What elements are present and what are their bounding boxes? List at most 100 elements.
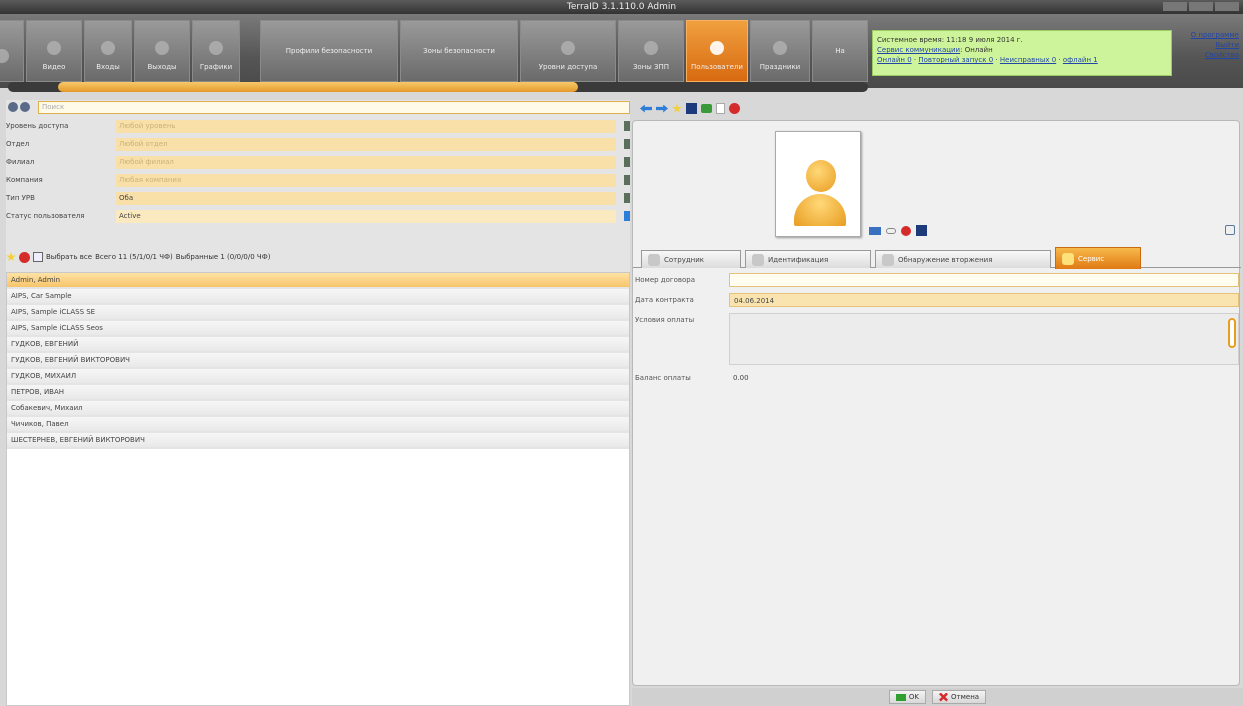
ribbon-scrollbar[interactable] — [8, 82, 868, 92]
tab-service[interactable]: Сервис — [1055, 247, 1141, 269]
close-icon — [939, 692, 949, 702]
ribbon-tab-security-profiles[interactable]: Профили безопасности — [260, 20, 398, 82]
ribbon-tab-holidays[interactable]: Праздники — [750, 20, 810, 82]
ribbon-tab-more[interactable]: На — [812, 20, 868, 82]
total-count: Всего 11 (5/1/0/1 ЧФ) — [95, 253, 173, 261]
search-icon[interactable] — [8, 102, 18, 112]
payment-terms-scrollbar[interactable] — [1228, 314, 1236, 366]
list-item[interactable]: ГУДКОВ, ЕВГЕНИЙ ВИКТОРОВИЧ — [7, 353, 629, 369]
filter-department-select[interactable]: Любой отдел — [116, 137, 616, 151]
logout-link[interactable]: Выйти — [1191, 40, 1239, 50]
payment-balance-row: Баланс оплаты 0.00 — [635, 371, 1239, 385]
contract-date-row: Дата контракта 04.06.2014 — [635, 293, 1239, 307]
ok-button[interactable]: OK — [888, 690, 927, 704]
delete-icon[interactable] — [729, 103, 740, 114]
filter-dropdown-icon[interactable] — [624, 175, 630, 185]
communication-service-link[interactable]: Сервис коммуникации — [877, 46, 960, 54]
back-arrow-icon[interactable] — [640, 104, 652, 113]
about-link[interactable]: О программе — [1191, 30, 1239, 40]
window-title: TerraID 3.1.110.0 Admin — [566, 2, 677, 12]
filter-dropdown-icon[interactable] — [624, 157, 630, 167]
calendar-icon — [209, 41, 223, 55]
save-photo-icon[interactable] — [916, 225, 927, 236]
list-item[interactable]: AIPS, Sample iCLASS SE — [7, 305, 629, 321]
ribbon-tab-video[interactable]: Видео — [26, 20, 82, 82]
search-row: Поиск — [6, 100, 630, 114]
filter-dropdown-icon[interactable] — [624, 193, 630, 203]
list-item[interactable]: Чичиков, Павел — [7, 417, 629, 433]
search-input[interactable]: Поиск — [38, 100, 630, 114]
list-item[interactable]: Собакевич, Михаил — [7, 401, 629, 417]
details-tabs: Сотрудник Идентификация Обнаружение втор… — [633, 246, 1241, 269]
user-photo[interactable] — [775, 131, 861, 237]
payment-balance-value: 0.00 — [733, 374, 749, 382]
check-icon — [895, 693, 906, 701]
filter-user-status-select[interactable]: Active — [116, 209, 616, 223]
access-level-icon — [561, 41, 575, 55]
ribbon-tab-schedules[interactable]: Графики — [192, 20, 240, 82]
list-item[interactable]: ШЕСТЕРНЕВ, ЕВГЕНИЙ ВИКТОРОВИЧ — [7, 433, 629, 449]
camera-capture-icon[interactable] — [869, 226, 881, 235]
selected-count: Выбранные 1 (0/0/0/0 ЧФ) — [175, 253, 271, 261]
online-link[interactable]: Онлайн 0 — [877, 56, 912, 64]
faulty-link[interactable]: Неисправных 0 — [1000, 56, 1056, 64]
holidays-icon — [773, 41, 787, 55]
close-window-button[interactable] — [1215, 2, 1239, 11]
new-record-icon[interactable] — [672, 103, 682, 113]
filter-access-level-select[interactable]: Любой уровень — [116, 119, 616, 133]
tab-employee[interactable]: Сотрудник — [641, 250, 741, 268]
ribbon-tab-exits[interactable]: Выходы — [134, 20, 190, 82]
cancel-button[interactable]: Отмена — [932, 690, 987, 704]
ribbon-tab-label: Зоны ЗПП — [632, 63, 670, 71]
ribbon-tab-entries[interactable]: Входы — [84, 20, 132, 82]
ribbon-tab-users[interactable]: Пользователи — [686, 20, 748, 82]
filter-attendance-type-select[interactable]: Оба — [116, 191, 616, 205]
list-item[interactable]: ГУДКОВ, ЕВГЕНИЙ — [7, 337, 629, 353]
add-user-icon[interactable] — [6, 252, 16, 262]
document-icon[interactable] — [716, 103, 725, 114]
list-item[interactable]: AIPS, Car Sample — [7, 289, 629, 305]
ribbon-tab-zones[interactable]: Зоны ЗПП — [618, 20, 684, 82]
ribbon-tab-label: Графики — [199, 63, 233, 71]
ribbon-scroll-thumb[interactable] — [58, 82, 578, 92]
link-icon[interactable] — [886, 227, 896, 234]
restart-link[interactable]: Повторный запуск 0 — [918, 56, 993, 64]
ribbon-tab-access-levels[interactable]: Уровни доступа — [520, 20, 616, 82]
tab-identification[interactable]: Идентификация — [745, 250, 871, 268]
undo-icon[interactable] — [701, 104, 712, 113]
users-panel: Поиск Уровень доступа Любой уровень Отде… — [6, 100, 630, 706]
filter-branch-select[interactable]: Любой филиал — [116, 155, 616, 169]
contract-number-field[interactable] — [729, 273, 1239, 287]
list-item[interactable]: ГУДКОВ, МИХАИЛ — [7, 369, 629, 385]
maximize-button[interactable] — [1189, 2, 1213, 11]
minimize-button[interactable] — [1163, 2, 1187, 11]
ribbon: Видео Входы Выходы Графики Профили безоп… — [0, 14, 1243, 92]
filter-company-select[interactable]: Любая компания — [116, 173, 616, 187]
list-item[interactable]: AIPS, Sample iCLASS Seos — [7, 321, 629, 337]
ribbon-tab-cameras[interactable] — [0, 20, 24, 82]
offline-link[interactable]: офлайн 1 — [1063, 56, 1098, 64]
forward-arrow-icon[interactable] — [656, 104, 668, 113]
system-time: Системное время: 11:18 9 июля 2014 г. — [877, 36, 1023, 44]
properties-link[interactable]: Свойства — [1191, 50, 1239, 60]
save-icon[interactable] — [686, 103, 697, 114]
refresh-icon[interactable] — [1225, 225, 1235, 235]
filter-funnel-icon[interactable] — [624, 211, 630, 221]
filter-dropdown-icon[interactable] — [624, 121, 630, 131]
filter-dropdown-icon[interactable] — [624, 139, 630, 149]
delete-user-icon[interactable] — [19, 251, 30, 263]
select-all-checkbox[interactable] — [33, 252, 43, 262]
payment-terms-field[interactable] — [729, 313, 1239, 365]
settings-icon[interactable] — [20, 102, 30, 112]
tab-intrusion-detection[interactable]: Обнаружение вторжения — [875, 250, 1051, 268]
filter-label: Филиал — [6, 158, 35, 166]
ribbon-tab-label: Праздники — [759, 63, 801, 71]
ribbon-tab-security-zones[interactable]: Зоны безопасности — [400, 20, 518, 82]
contract-date-field[interactable]: 04.06.2014 — [729, 293, 1239, 307]
list-item[interactable]: Admin, Admin — [7, 273, 629, 289]
ribbon-tab-label: Профили безопасности — [285, 47, 373, 55]
list-toolbar: Выбрать все Всего 11 (5/1/0/1 ЧФ) Выбран… — [6, 250, 630, 264]
list-item[interactable]: ПЕТРОВ, ИВАН — [7, 385, 629, 401]
remove-photo-icon[interactable] — [901, 225, 911, 236]
ribbon-tab-label: Входы — [96, 63, 120, 71]
